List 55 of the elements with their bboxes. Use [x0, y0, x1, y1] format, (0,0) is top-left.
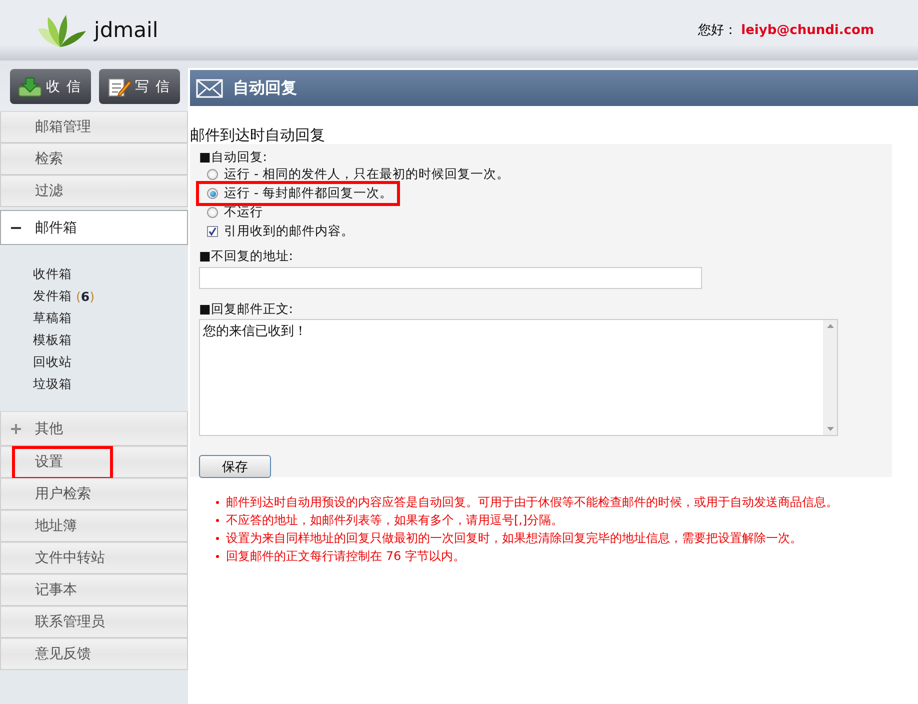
plus-icon[interactable] [11, 424, 21, 434]
sidebar-item[interactable]: 用户检索 [0, 478, 188, 510]
reply-body-field[interactable]: 您的来信已收到！ [199, 319, 838, 436]
note-text: 回复邮件的正文每行请控制在 76 字节以内。 [226, 548, 465, 564]
scroll-up-icon[interactable] [826, 324, 834, 328]
section-label: ■不回复的地址: [199, 247, 294, 264]
sidebar-item[interactable]: 联系管理员 [0, 606, 188, 638]
folder-link[interactable]: 回收站 [33, 351, 188, 373]
folder-link[interactable]: 收件箱 [33, 263, 188, 285]
radio-button[interactable] [207, 188, 218, 199]
greeting-label: 您好： [698, 22, 738, 39]
sidebar-item[interactable]: 设置 [0, 446, 188, 478]
radio-button[interactable] [207, 207, 218, 218]
radio-button[interactable] [207, 169, 218, 180]
sidebar-item[interactable]: 记事本 [0, 574, 188, 606]
sidebar-item[interactable]: 过滤 [0, 175, 188, 207]
checkbox[interactable] [207, 226, 218, 237]
sidebar-item[interactable]: 其他 [0, 411, 188, 446]
section-label: ■回复邮件正文: [199, 300, 294, 317]
page-heading: 邮件到达时自动回复 [190, 126, 326, 144]
folder-link[interactable]: 模板箱 [33, 329, 188, 351]
compose-button[interactable]: 写 信 [99, 69, 180, 104]
scroll-down-icon[interactable] [826, 427, 834, 431]
option-label: 引用收到的邮件内容。 [224, 223, 354, 240]
check-icon [208, 227, 217, 236]
receive-button[interactable]: 收 信 [10, 69, 91, 104]
address-field[interactable] [199, 267, 702, 289]
bullet-icon [216, 536, 219, 540]
option-label: 不运行 [224, 204, 263, 221]
note-text: 邮件到达时自动用预设的内容应答是自动回复。可用于由于休假等不能检查邮件的时候，或用于自动发送商品信息。 [226, 494, 838, 510]
note-text: 不应答的地址，如邮件列表等，如果有多个，请用逗号[,]分隔。 [226, 512, 564, 528]
download-icon [18, 76, 42, 96]
logo-text: jdmail [94, 18, 158, 42]
bullet-icon [216, 518, 219, 522]
sidebar-item[interactable]: 邮件箱 [0, 210, 188, 245]
option-label: 运行 - 每封邮件都回复一次。 [224, 185, 392, 202]
sidebar-item[interactable]: 检索 [0, 143, 188, 175]
envelope-icon [196, 78, 223, 98]
save-button[interactable]: 保存 [199, 455, 271, 478]
user-email: leiyb@chundi.com [741, 22, 874, 38]
note-text: 设置为来自同样地址的回复只做最初的一次回复时，如果想清除回复完毕的地址信息，需要把设置解除一次。 [226, 530, 802, 546]
option-label: 运行 - 相同的发件人，只在最初的时候回复一次。 [224, 166, 510, 183]
notepad-pencil-icon [107, 76, 131, 96]
sidebar-item[interactable]: 意见反馈 [0, 638, 188, 670]
unread-count: (6) [76, 288, 94, 304]
sidebar-item[interactable]: 地址簿 [0, 510, 188, 542]
folder-link[interactable]: 垃圾箱 [33, 373, 188, 395]
folder-link[interactable]: 发件箱 [33, 288, 72, 304]
sidebar-item[interactable]: 邮箱管理 [0, 111, 188, 143]
bullet-icon [216, 554, 219, 558]
sidebar-item[interactable]: 文件中转站 [0, 542, 188, 574]
bullet-icon [216, 500, 219, 504]
folder-link[interactable]: 草稿箱 [33, 307, 188, 329]
section-label: ■自动回复: [199, 148, 268, 165]
panel-title: 自动回复 [233, 78, 297, 98]
